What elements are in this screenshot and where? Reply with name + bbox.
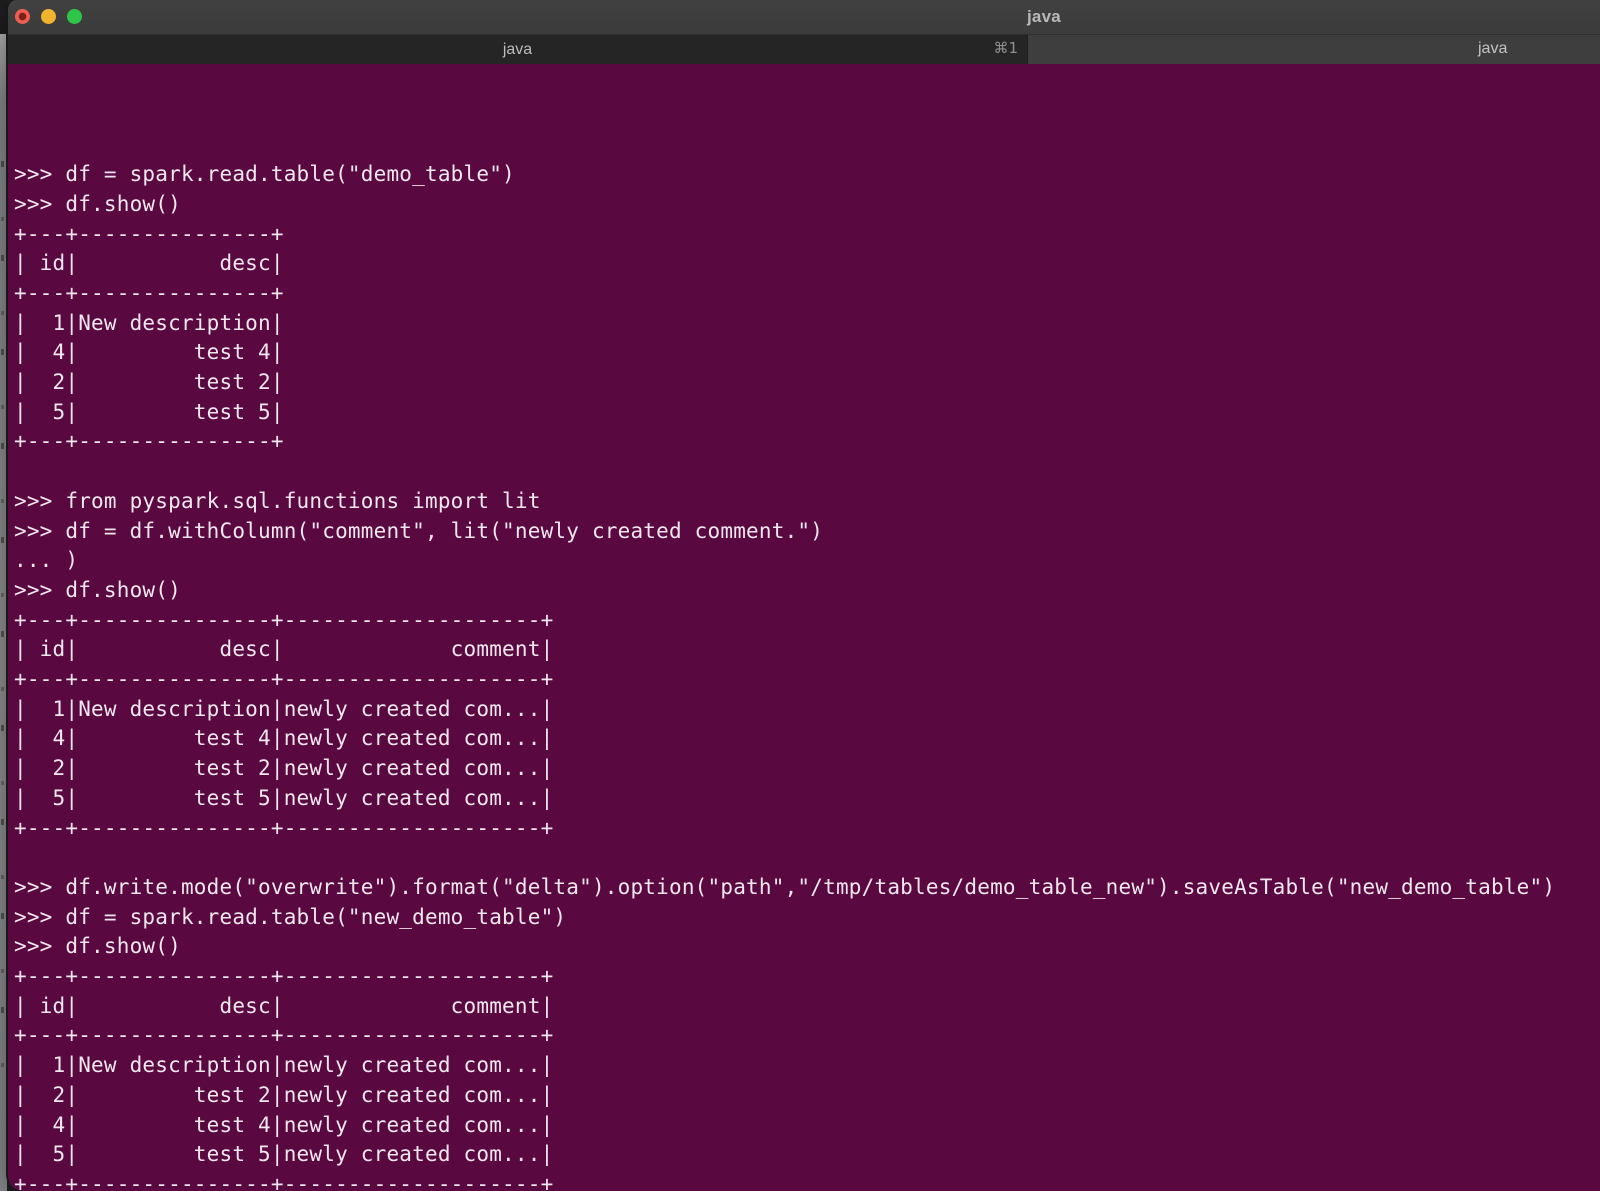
terminal-line: +---+---------------+-------------------… [14,814,1600,844]
terminal-line: >>> df = df.withColumn("comment", lit("n… [14,517,1600,547]
terminal-line: +---+---------------+-------------------… [14,665,1600,695]
terminal-line: | 1|New description|newly created com...… [14,695,1600,725]
terminal-window: java java ⌘1 java >>> df = spark.read.ta… [6,0,1600,1191]
tab-label: java [503,41,532,59]
terminal-line: | 4| test 4| [14,338,1600,368]
terminal-line [14,457,1600,487]
terminal-line: | 2| test 2|newly created com...| [14,1081,1600,1111]
tab-shortcut-badge: ⌘1 [993,39,1018,57]
terminal-line: | 4| test 4|newly created com...| [14,724,1600,754]
terminal-line [14,843,1600,873]
terminal-line: | 4| test 4|newly created com...| [14,1111,1600,1141]
terminal-line: | 5| test 5| [14,398,1600,428]
terminal-line: +---+---------------+-------------------… [14,1170,1600,1191]
terminal-line: >>> from pyspark.sql.functions import li… [14,487,1600,517]
terminal-line: >>> df.show() [14,190,1600,220]
terminal-line: | 5| test 5|newly created com...| [14,784,1600,814]
terminal-line: +---+---------------+-------------------… [14,962,1600,992]
traffic-lights [15,9,82,24]
terminal-line: +---+---------------+ [14,220,1600,250]
tab-java-2[interactable]: java [1028,35,1600,64]
terminal-line: | 1|New description| [14,309,1600,339]
terminal-line: >>> df.show() [14,932,1600,962]
tab-label: java [1478,40,1507,58]
terminal-line: +---+---------------+ [14,279,1600,309]
terminal-line: | 1|New description|newly created com...… [14,1051,1600,1081]
terminal-line: | 2| test 2| [14,368,1600,398]
terminal-line: | id| desc| [14,249,1600,279]
terminal-line: >>> df = spark.read.table("new_demo_tabl… [14,903,1600,933]
close-button[interactable] [15,9,30,24]
terminal-line: ... ) [14,546,1600,576]
terminal-line: | 5| test 5|newly created com...| [14,1140,1600,1170]
terminal-output[interactable]: >>> df = spark.read.table("demo_table")>… [8,64,1600,1191]
terminal-line: | 2| test 2|newly created com...| [14,754,1600,784]
fullscreen-button[interactable] [67,9,82,24]
tab-bar: java ⌘1 java [8,34,1600,64]
terminal-line: | id| desc| comment| [14,992,1600,1022]
tab-java-1[interactable]: java ⌘1 [8,35,1028,64]
window-title: java [1027,7,1061,27]
terminal-line: +---+---------------+ [14,427,1600,457]
terminal-line: >>> df = spark.read.table("demo_table") [14,160,1600,190]
terminal-line: +---+---------------+-------------------… [14,606,1600,636]
window-titlebar[interactable]: java [8,0,1600,34]
minimize-button[interactable] [41,9,56,24]
screen: java java ⌘1 java >>> df = spark.read.ta… [0,0,1600,1191]
terminal-line: +---+---------------+-------------------… [14,1021,1600,1051]
terminal-line: >>> df.write.mode("overwrite").format("d… [14,873,1600,903]
terminal-line: >>> df.show() [14,576,1600,606]
terminal-line: | id| desc| comment| [14,635,1600,665]
